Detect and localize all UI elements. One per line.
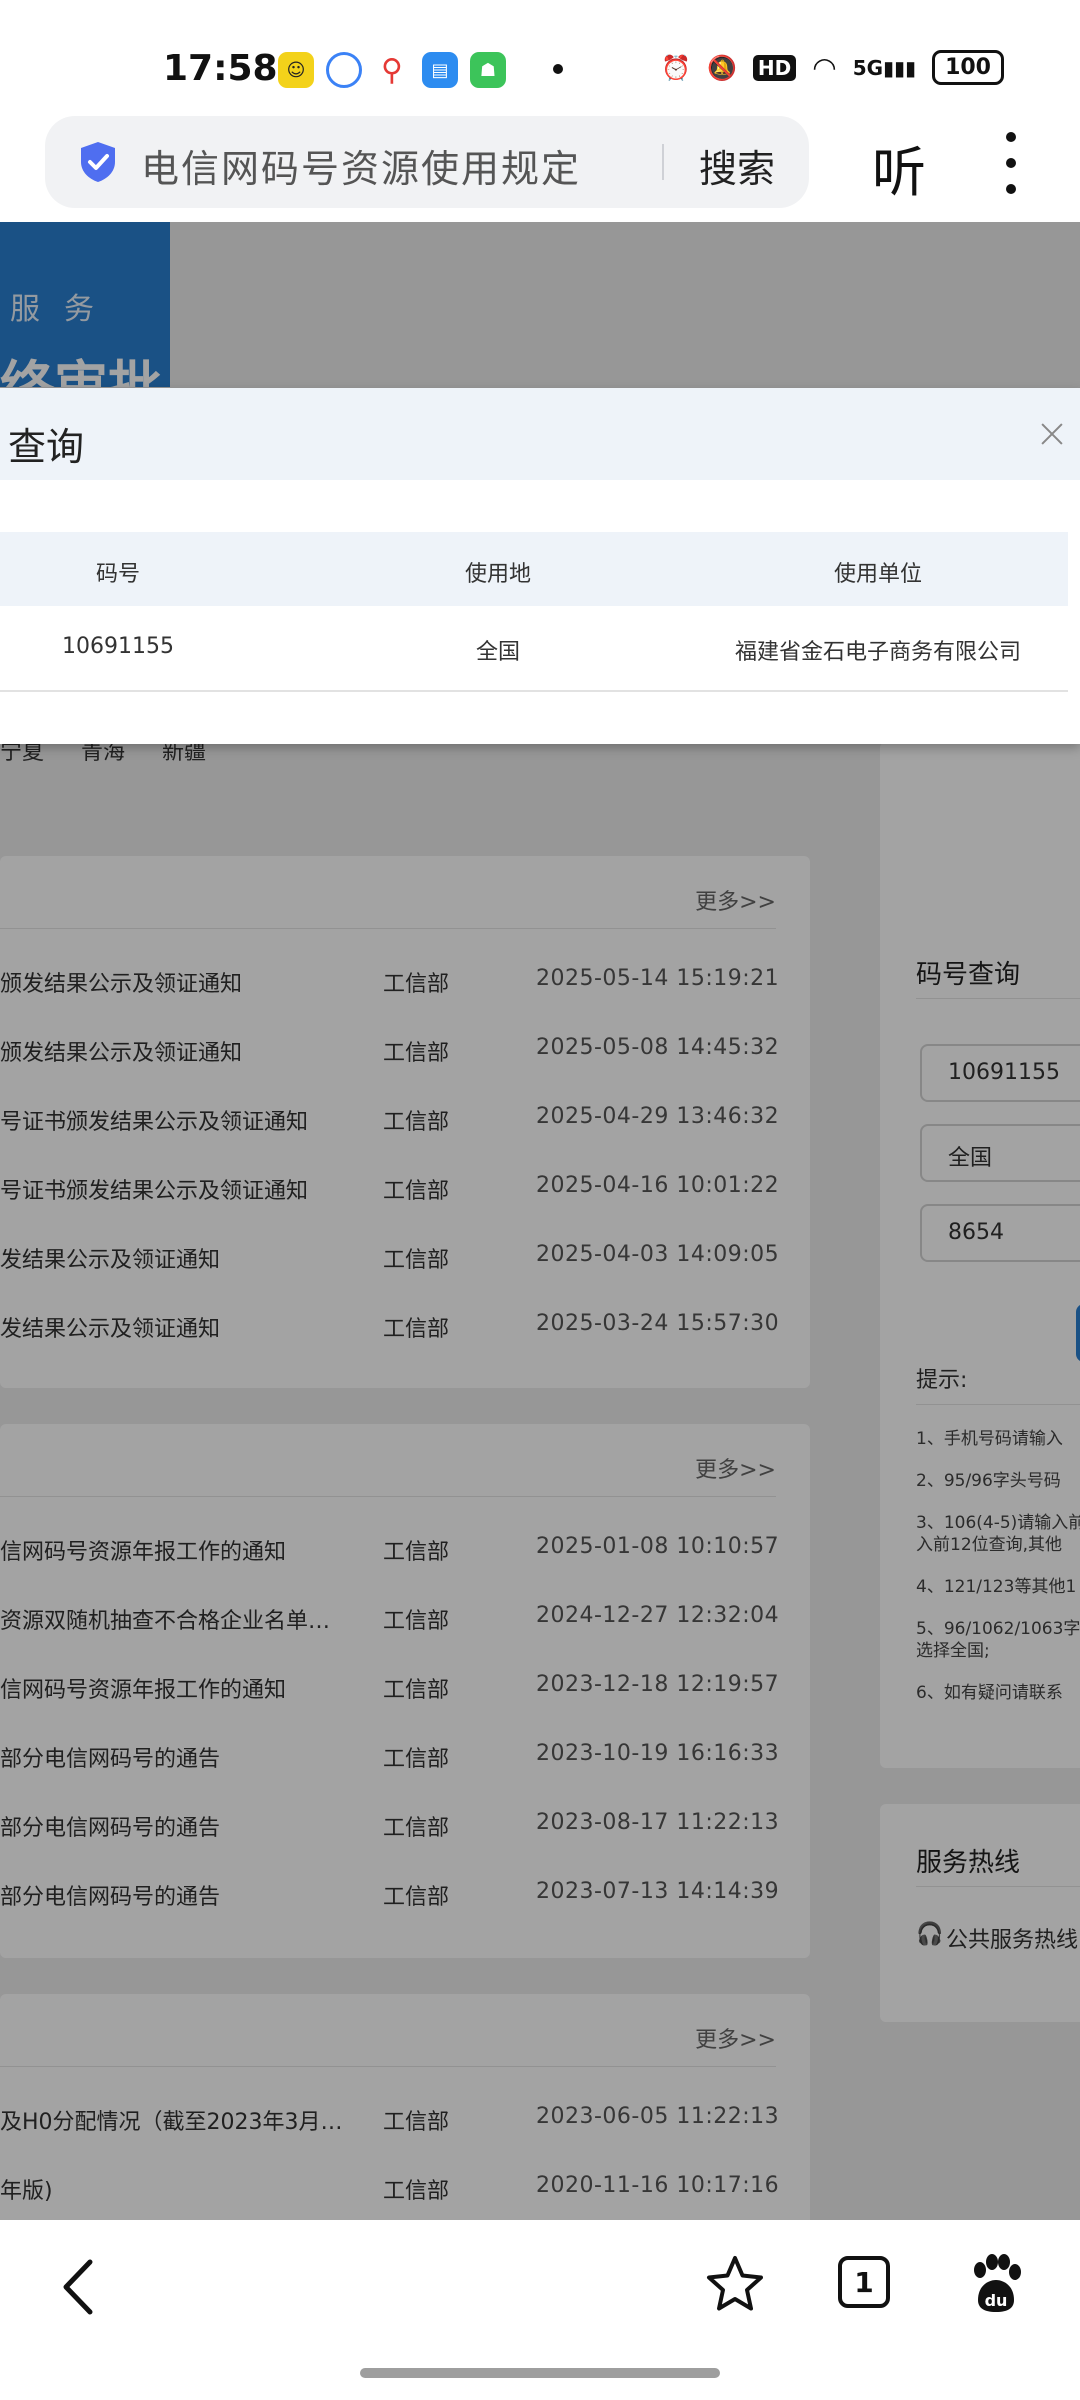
battery-indicator: 100 bbox=[932, 50, 1004, 85]
column-header-region: 使用地 bbox=[464, 562, 532, 587]
address-divider bbox=[662, 144, 664, 180]
star-bookmark-icon[interactable] bbox=[704, 2254, 766, 2316]
signal-icon: 5G▮▮▮ bbox=[852, 55, 917, 80]
wifi-icon: ◠ bbox=[812, 51, 837, 84]
baidu-paw-icon[interactable]: du bbox=[968, 2254, 1024, 2314]
listen-button[interactable]: 听 bbox=[872, 128, 926, 207]
web-page: 服务 终审批 宁夏 青海 新疆 更多>> 颁发结果公示及领证通知 工信部 2025-… bbox=[0, 222, 1080, 2220]
browser-toolbar: 电信网码号资源使用规定 搜索 听 bbox=[0, 110, 1080, 222]
mute-icon: 🔕 bbox=[707, 53, 737, 82]
alarm-icon: ⏰ bbox=[661, 53, 692, 82]
close-icon[interactable] bbox=[1040, 422, 1064, 446]
more-menu-icon[interactable] bbox=[1003, 132, 1019, 194]
cell-number: 10691155 bbox=[62, 634, 174, 659]
table-header: 码号 使用地 使用单位 bbox=[0, 532, 1068, 606]
hd-icon: HD bbox=[752, 54, 797, 81]
cell-unit: 福建省金石电子商务有限公司 bbox=[734, 640, 1022, 665]
column-header-number: 码号 bbox=[95, 562, 141, 587]
home-indicator[interactable] bbox=[360, 2368, 720, 2378]
svg-text:du: du bbox=[985, 2291, 1008, 2310]
address-bar[interactable]: 电信网码号资源使用规定 搜索 bbox=[45, 116, 809, 208]
address-text: 电信网码号资源使用规定 bbox=[141, 147, 582, 191]
cell-region: 全国 bbox=[475, 640, 521, 665]
search-button[interactable]: 搜索 bbox=[699, 138, 775, 193]
table-row: 10691155 全国 福建省金石电子商务有限公司 bbox=[0, 606, 1068, 692]
network-type: 5G bbox=[852, 55, 884, 80]
modal-title: 查询 bbox=[8, 425, 85, 469]
more-notifications-dot bbox=[553, 64, 563, 74]
column-header-unit: 使用单位 bbox=[833, 562, 923, 587]
status-bar: 17:58 ☺ ⚲ ▤ ☗ ⏰ 🔕 HD ◠ 5G▮▮▮ 100 bbox=[0, 0, 1080, 110]
back-icon[interactable] bbox=[58, 2258, 98, 2316]
files-notification-icon: ▤ bbox=[422, 52, 458, 88]
bottom-navigation: 1 du bbox=[0, 2220, 1080, 2400]
app-notification-icon: ☺ bbox=[278, 52, 314, 88]
shield-check-icon bbox=[81, 142, 115, 182]
browser-notification-icon bbox=[326, 52, 362, 88]
notification-icons: ☺ ⚲ ▤ ☗ bbox=[278, 52, 506, 88]
query-result-modal: 查询 码号 使用地 使用单位 10691155 全国 福建省金石电子商务有限公司 bbox=[0, 388, 1080, 744]
tabs-count-icon[interactable]: 1 bbox=[838, 2256, 890, 2308]
status-right-icons: ⏰ 🔕 HD ◠ 5G▮▮▮ 100 bbox=[661, 50, 1004, 85]
modal-header: 查询 bbox=[0, 388, 1080, 480]
status-time: 17:58 bbox=[163, 48, 278, 89]
shop-notification-icon: ☗ bbox=[470, 52, 506, 88]
map-pin-icon: ⚲ bbox=[374, 52, 410, 88]
